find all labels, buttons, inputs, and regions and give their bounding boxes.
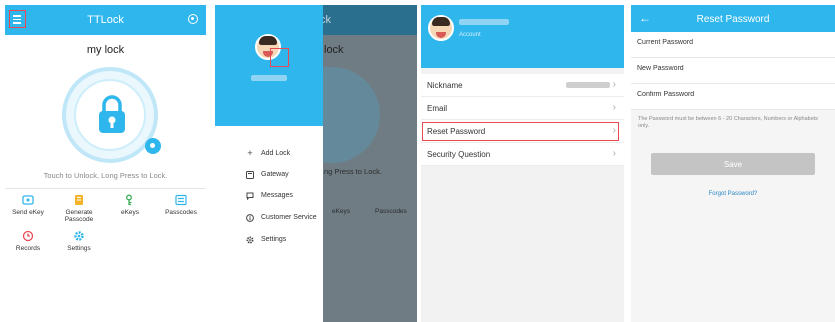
gateway-icon <box>246 171 254 179</box>
ekeys-button[interactable]: eKeys <box>106 194 154 216</box>
chevron-right-icon: › <box>612 125 616 136</box>
app-header: TTLock <box>5 5 206 35</box>
generate-passcode-icon <box>75 195 83 205</box>
save-button[interactable]: Save <box>651 153 815 175</box>
edit-avatar-icon[interactable] <box>270 48 289 67</box>
info-icon <box>246 214 254 222</box>
password-rule-note: The Password must be between 6 - 20 Char… <box>638 116 819 129</box>
main-lock-screen: TTLock my lock Touch to Unlock, Long Pre… <box>5 5 206 322</box>
remote-unlock-icon[interactable] <box>145 138 161 154</box>
drawer-screen: ck lock ng Press to Lock. eKeys Passcode… <box>215 5 417 322</box>
grid-label: Passcodes <box>165 209 197 216</box>
records-icon <box>22 230 34 242</box>
row-label: Nickname <box>427 81 463 90</box>
account-header: Account <box>421 5 624 68</box>
unlock-hint: Touch to Unlock, Long Press to Lock. <box>43 171 168 180</box>
email-row[interactable]: Email › <box>421 97 624 120</box>
username-redacted <box>251 75 287 81</box>
send-ekey-button[interactable]: Send eKey <box>5 194 52 216</box>
passcodes-icon <box>175 194 187 206</box>
forgot-password-link[interactable]: Forgot Password? <box>631 191 835 197</box>
reset-header: ← Reset Password <box>631 5 835 34</box>
chevron-right-icon: › <box>612 102 616 113</box>
row-label: Email <box>427 104 448 113</box>
settings-icon <box>74 231 84 241</box>
confirm-password-row <box>631 84 835 110</box>
menu-item-messages[interactable]: Messages <box>261 192 293 199</box>
divider <box>5 188 206 189</box>
unlock-button[interactable] <box>62 67 158 163</box>
chevron-right-icon: › <box>612 148 616 159</box>
account-label: Account <box>459 32 481 38</box>
dimmed-lock-name: lock <box>324 44 344 56</box>
dimmed-passcodes-label: Passcodes <box>375 208 407 215</box>
plus-icon: + <box>247 148 253 158</box>
menu-item-gateway[interactable]: Gateway <box>261 171 289 178</box>
grid-label: Settings <box>67 245 91 252</box>
settings-button[interactable]: Settings <box>55 230 103 252</box>
side-drawer: + Add Lock Gateway Messages Customer Ser… <box>215 5 323 322</box>
row-label: Security Question <box>427 150 491 159</box>
dimmed-hint: ng Press to Lock. <box>324 167 382 176</box>
current-password-input[interactable] <box>637 39 817 46</box>
nickname-row[interactable]: Nickname › <box>421 74 624 97</box>
row-label: Reset Password <box>427 127 486 136</box>
avatar[interactable] <box>428 15 454 41</box>
nickname-redacted <box>566 82 610 88</box>
unlock-ring[interactable] <box>74 79 146 151</box>
new-password-row <box>631 58 835 84</box>
account-screen: Account Nickname › Email › Reset Passwor… <box>421 5 624 322</box>
padlock-icon <box>99 95 125 133</box>
passcodes-button[interactable]: Passcodes <box>157 194 205 216</box>
generate-passcode-button[interactable]: Generate Passcode <box>55 194 103 223</box>
menu-item-settings[interactable]: Settings <box>261 236 286 243</box>
current-password-row <box>631 32 835 58</box>
grid-label: Send eKey <box>12 209 44 216</box>
gear-icon <box>246 236 254 244</box>
drawer-profile-header <box>215 5 323 126</box>
chevron-right-icon: › <box>612 79 616 90</box>
reset-password-screen: ← Reset Password The Password must be be… <box>631 5 835 322</box>
confirm-password-input[interactable] <box>637 91 817 98</box>
username-redacted <box>459 19 509 25</box>
grid-label: Generate Passcode <box>64 209 94 223</box>
grid-label: eKeys <box>120 209 140 216</box>
send-ekey-icon <box>22 195 34 205</box>
reset-password-row[interactable]: Reset Password › <box>421 120 624 143</box>
dimmed-ekeys-label: eKeys <box>332 208 351 215</box>
menu-item-customer-service[interactable]: Customer Service <box>261 214 317 221</box>
messages-icon <box>246 192 254 200</box>
new-password-input[interactable] <box>637 65 817 72</box>
ekeys-icon <box>126 194 132 206</box>
scan-icon[interactable] <box>188 14 198 24</box>
menu-item-add-lock[interactable]: Add Lock <box>261 150 290 157</box>
records-button[interactable]: Records <box>5 230 52 252</box>
grid-label: Records <box>15 245 41 252</box>
lock-name: my lock <box>86 44 125 56</box>
app-title: TTLock <box>87 14 124 26</box>
page-title: Reset Password <box>696 14 770 25</box>
security-question-row[interactable]: Security Question › <box>421 143 624 166</box>
